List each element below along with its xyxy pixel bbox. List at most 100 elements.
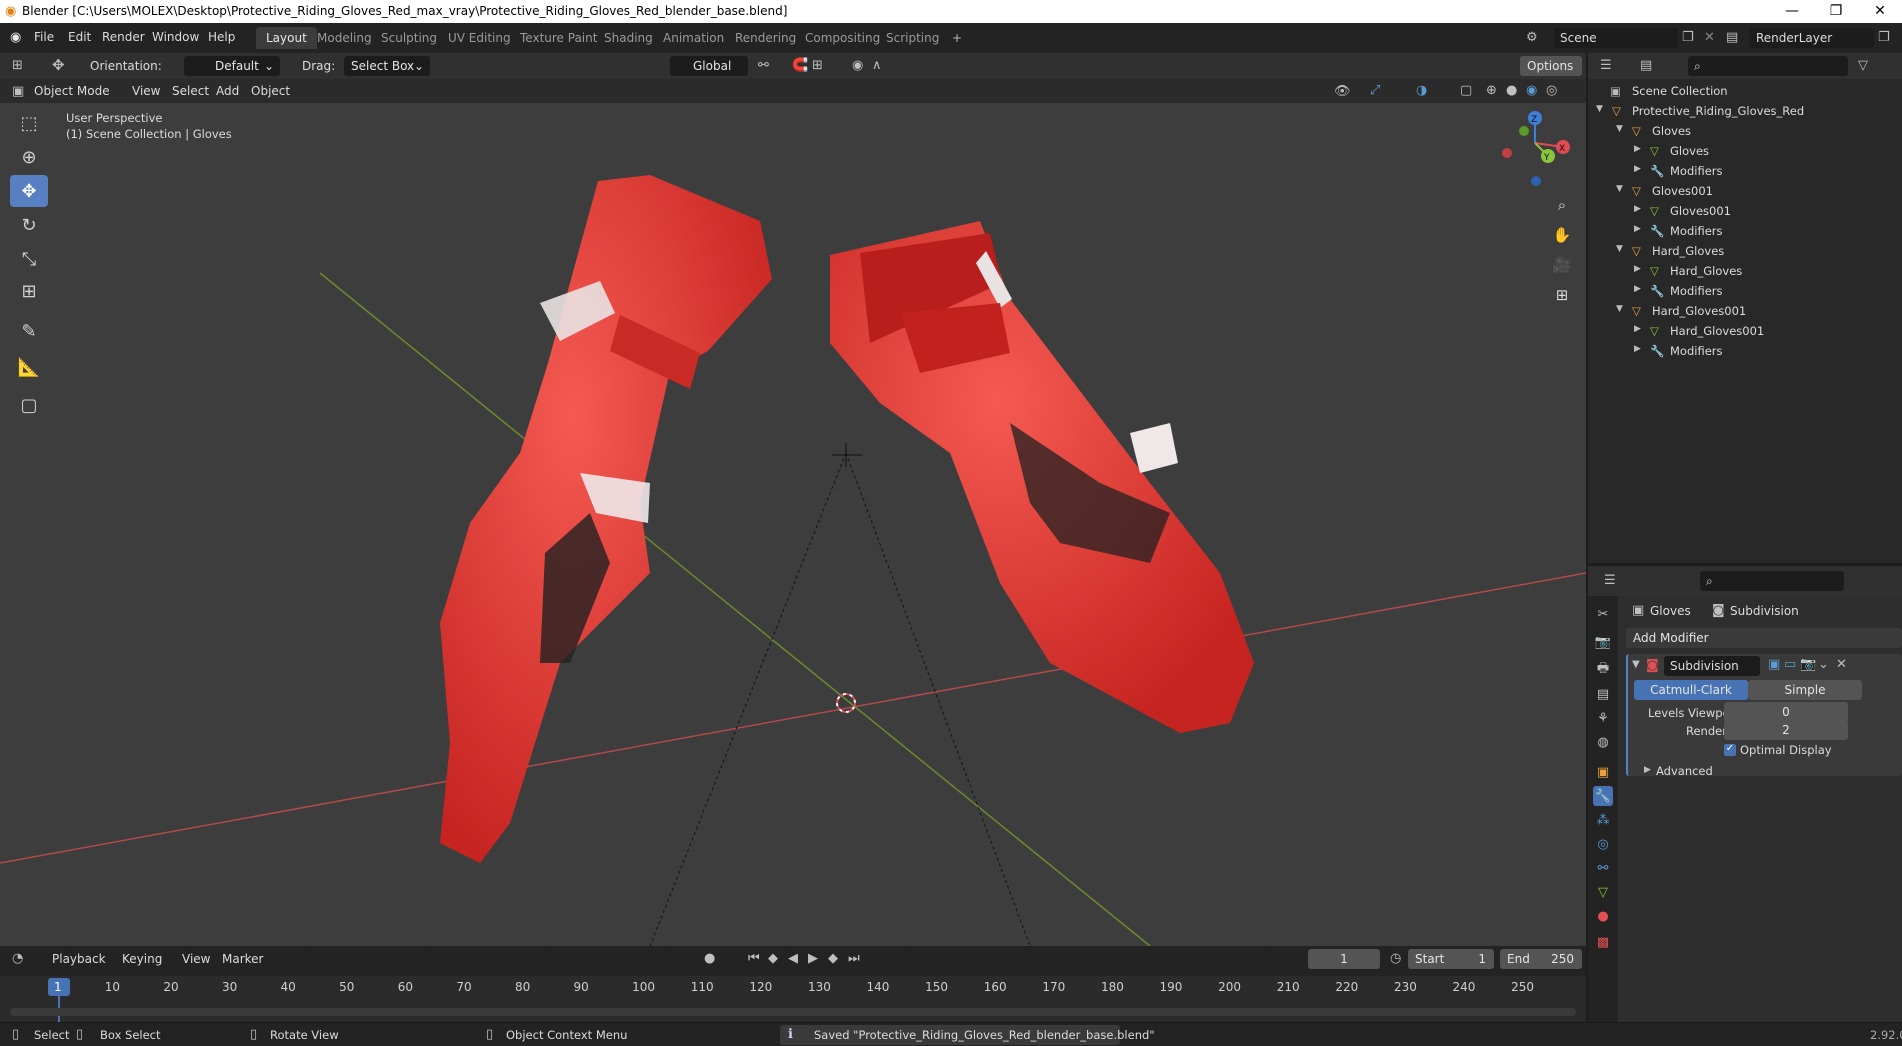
viewport-display-icon[interactable]: ▭: [1784, 658, 1796, 671]
blender-menu-icon[interactable]: ◉: [10, 31, 21, 44]
simple-button[interactable]: Simple: [1748, 680, 1862, 700]
prev-keyframe-icon[interactable]: ◆: [768, 952, 778, 965]
menu-window[interactable]: Window: [152, 30, 199, 44]
outliner-item[interactable]: ▼ ▽ Gloves001: [1588, 181, 1902, 201]
transform-tool[interactable]: ⊞: [10, 275, 48, 307]
data-tab[interactable]: ▽: [1593, 882, 1613, 902]
copy-layer-icon[interactable]: ❐: [1878, 31, 1890, 44]
modifier-tab[interactable]: 🔧: [1593, 786, 1613, 806]
output-tab[interactable]: 🖶: [1593, 660, 1613, 680]
outliner-root[interactable]: ▣ Scene Collection: [1588, 81, 1902, 101]
cursor-tool[interactable]: ⊕: [10, 141, 48, 173]
material-tab[interactable]: ●: [1593, 906, 1613, 926]
outliner-item[interactable]: ▶ ▽ Gloves001: [1588, 201, 1902, 221]
3d-viewport[interactable]: Z X Y User Perspective (1) Scene Collect…: [0, 103, 1586, 946]
expand-arrow-icon[interactable]: ▼: [1616, 244, 1623, 254]
world-tab[interactable]: ◍: [1593, 732, 1613, 752]
current-frame-field[interactable]: 1: [1308, 949, 1380, 969]
end-frame-field[interactable]: End 250: [1500, 949, 1582, 969]
remove-modifier-icon[interactable]: ✕: [1836, 658, 1847, 671]
menu-edit[interactable]: Edit: [68, 30, 91, 44]
add-workspace-button[interactable]: +: [942, 27, 972, 49]
render-levels-field[interactable]: 2: [1724, 720, 1848, 740]
record-icon[interactable]: ●: [704, 952, 715, 965]
keying-menu[interactable]: Keying: [122, 952, 162, 966]
expand-arrow-icon[interactable]: ▼: [1596, 104, 1603, 114]
expand-arrow-icon[interactable]: ▼: [1616, 184, 1623, 194]
options-dropdown[interactable]: Options: [1520, 56, 1582, 76]
collapsed-arrow-icon[interactable]: ▶: [1634, 284, 1641, 294]
outliner-item[interactable]: ▶ 🔧 Modifiers: [1588, 221, 1902, 241]
measure-tool[interactable]: 📐: [10, 351, 48, 383]
pivot-point-icon[interactable]: ⚯: [758, 59, 769, 72]
visibility-icon[interactable]: 👁: [1334, 85, 1351, 98]
snap-target-icon[interactable]: ⊞: [812, 59, 823, 72]
rendered-shading-icon[interactable]: ◎: [1546, 84, 1557, 97]
collapse-icon[interactable]: ▼: [1632, 660, 1640, 670]
texture-tab[interactable]: ▩: [1593, 932, 1613, 952]
maximize-button[interactable]: ❐: [1814, 0, 1858, 23]
object-mode-dropdown[interactable]: Object Mode: [34, 84, 110, 98]
outliner-item[interactable]: ▼ ▽ Hard_Gloves001: [1588, 301, 1902, 321]
menu-view[interactable]: View: [132, 84, 160, 98]
particles-tab[interactable]: ⁂: [1593, 810, 1613, 830]
add-modifier-button[interactable]: Add Modifier: [1626, 628, 1902, 648]
advanced-subpanel[interactable]: Advanced: [1656, 764, 1713, 778]
collapsed-arrow-icon[interactable]: ▶: [1634, 264, 1641, 274]
render-layer-field[interactable]: RenderLayer: [1750, 28, 1874, 48]
expand-arrow-icon[interactable]: ▼: [1616, 124, 1623, 134]
outliner-item[interactable]: ▶ 🔧 Modifiers: [1588, 281, 1902, 301]
timeline-editor-icon[interactable]: ◔: [12, 952, 23, 965]
menu-help[interactable]: Help: [208, 30, 235, 44]
tab-uv-editing[interactable]: UV Editing: [438, 27, 521, 49]
collapsed-arrow-icon[interactable]: ▶: [1634, 204, 1641, 214]
move-tool[interactable]: ✥: [10, 175, 48, 207]
marker-menu[interactable]: Marker: [222, 952, 263, 966]
timeline-view-menu[interactable]: View: [182, 952, 210, 966]
material-shading-icon[interactable]: ◉: [1526, 84, 1537, 97]
collapsed-arrow-icon[interactable]: ▶: [1634, 344, 1641, 354]
tab-animation[interactable]: Animation: [653, 27, 734, 49]
object-tab[interactable]: ▣: [1593, 762, 1613, 782]
catmull-clark-button[interactable]: Catmull-Clark: [1634, 680, 1748, 700]
orientation-dropdown[interactable]: Default ⌄: [184, 56, 280, 76]
falloff-icon[interactable]: ∧: [872, 59, 882, 72]
perspective-toggle-button[interactable]: ⊞: [1548, 281, 1576, 309]
outliner-item[interactable]: ▼ ▽ Hard_Gloves: [1588, 241, 1902, 261]
close-button[interactable]: ✕: [1858, 0, 1902, 23]
modifier-menu-icon[interactable]: ⌄: [1818, 658, 1829, 671]
annotate-tool[interactable]: ✎: [10, 315, 48, 347]
proportional-edit-icon[interactable]: ◉: [852, 59, 863, 72]
render-layer-icon[interactable]: ▤: [1726, 31, 1738, 44]
playback-menu[interactable]: Playback: [52, 952, 106, 966]
menu-object[interactable]: Object: [251, 84, 290, 98]
scene-tab[interactable]: ⚘: [1593, 708, 1613, 728]
collapsed-arrow-icon[interactable]: ▶: [1634, 144, 1641, 154]
zoom-button[interactable]: ⌕: [1548, 191, 1576, 219]
display-mode-icon[interactable]: ▤: [1640, 59, 1652, 72]
collapsed-arrow-icon[interactable]: ▶: [1634, 324, 1641, 334]
scene-icon[interactable]: ⚙: [1526, 31, 1538, 44]
editor-type-icon[interactable]: ⊞: [12, 59, 23, 72]
outliner-item[interactable]: ▶ ▽ Hard_Gloves001: [1588, 321, 1902, 341]
outliner-editor-icon[interactable]: ☰: [1600, 59, 1612, 72]
xray-icon[interactable]: ▢: [1460, 84, 1472, 97]
play-icon[interactable]: ▶: [808, 952, 818, 965]
tab-sculpting[interactable]: Sculpting: [371, 27, 447, 49]
scene-name-field[interactable]: Scene: [1554, 28, 1678, 48]
copy-scene-icon[interactable]: ❐: [1682, 31, 1694, 44]
next-keyframe-icon[interactable]: ◆: [828, 952, 838, 965]
outliner-item[interactable]: ▼ ▽ Gloves: [1588, 121, 1902, 141]
transform-orientation-dropdown[interactable]: Global: [670, 56, 748, 76]
menu-file[interactable]: File: [34, 30, 54, 44]
collapsed-arrow-icon[interactable]: ▶: [1634, 224, 1641, 234]
edit-mode-icon[interactable]: ▣: [1768, 658, 1780, 671]
menu-render[interactable]: Render: [102, 30, 145, 44]
select-box-tool[interactable]: ⬚: [10, 107, 48, 139]
modifier-name-input[interactable]: Subdivision: [1664, 656, 1760, 676]
physics-tab[interactable]: ◎: [1593, 834, 1613, 854]
rotate-tool[interactable]: ↻: [10, 209, 48, 241]
outliner-item[interactable]: ▶ ▽ Hard_Gloves: [1588, 261, 1902, 281]
timeline-track[interactable]: 1 10 20 30 40 50 60 70 80 90 100 110 120 130 140 150 160…: [0, 976, 1586, 1022]
outliner-search-input[interactable]: ⌕: [1688, 56, 1848, 76]
